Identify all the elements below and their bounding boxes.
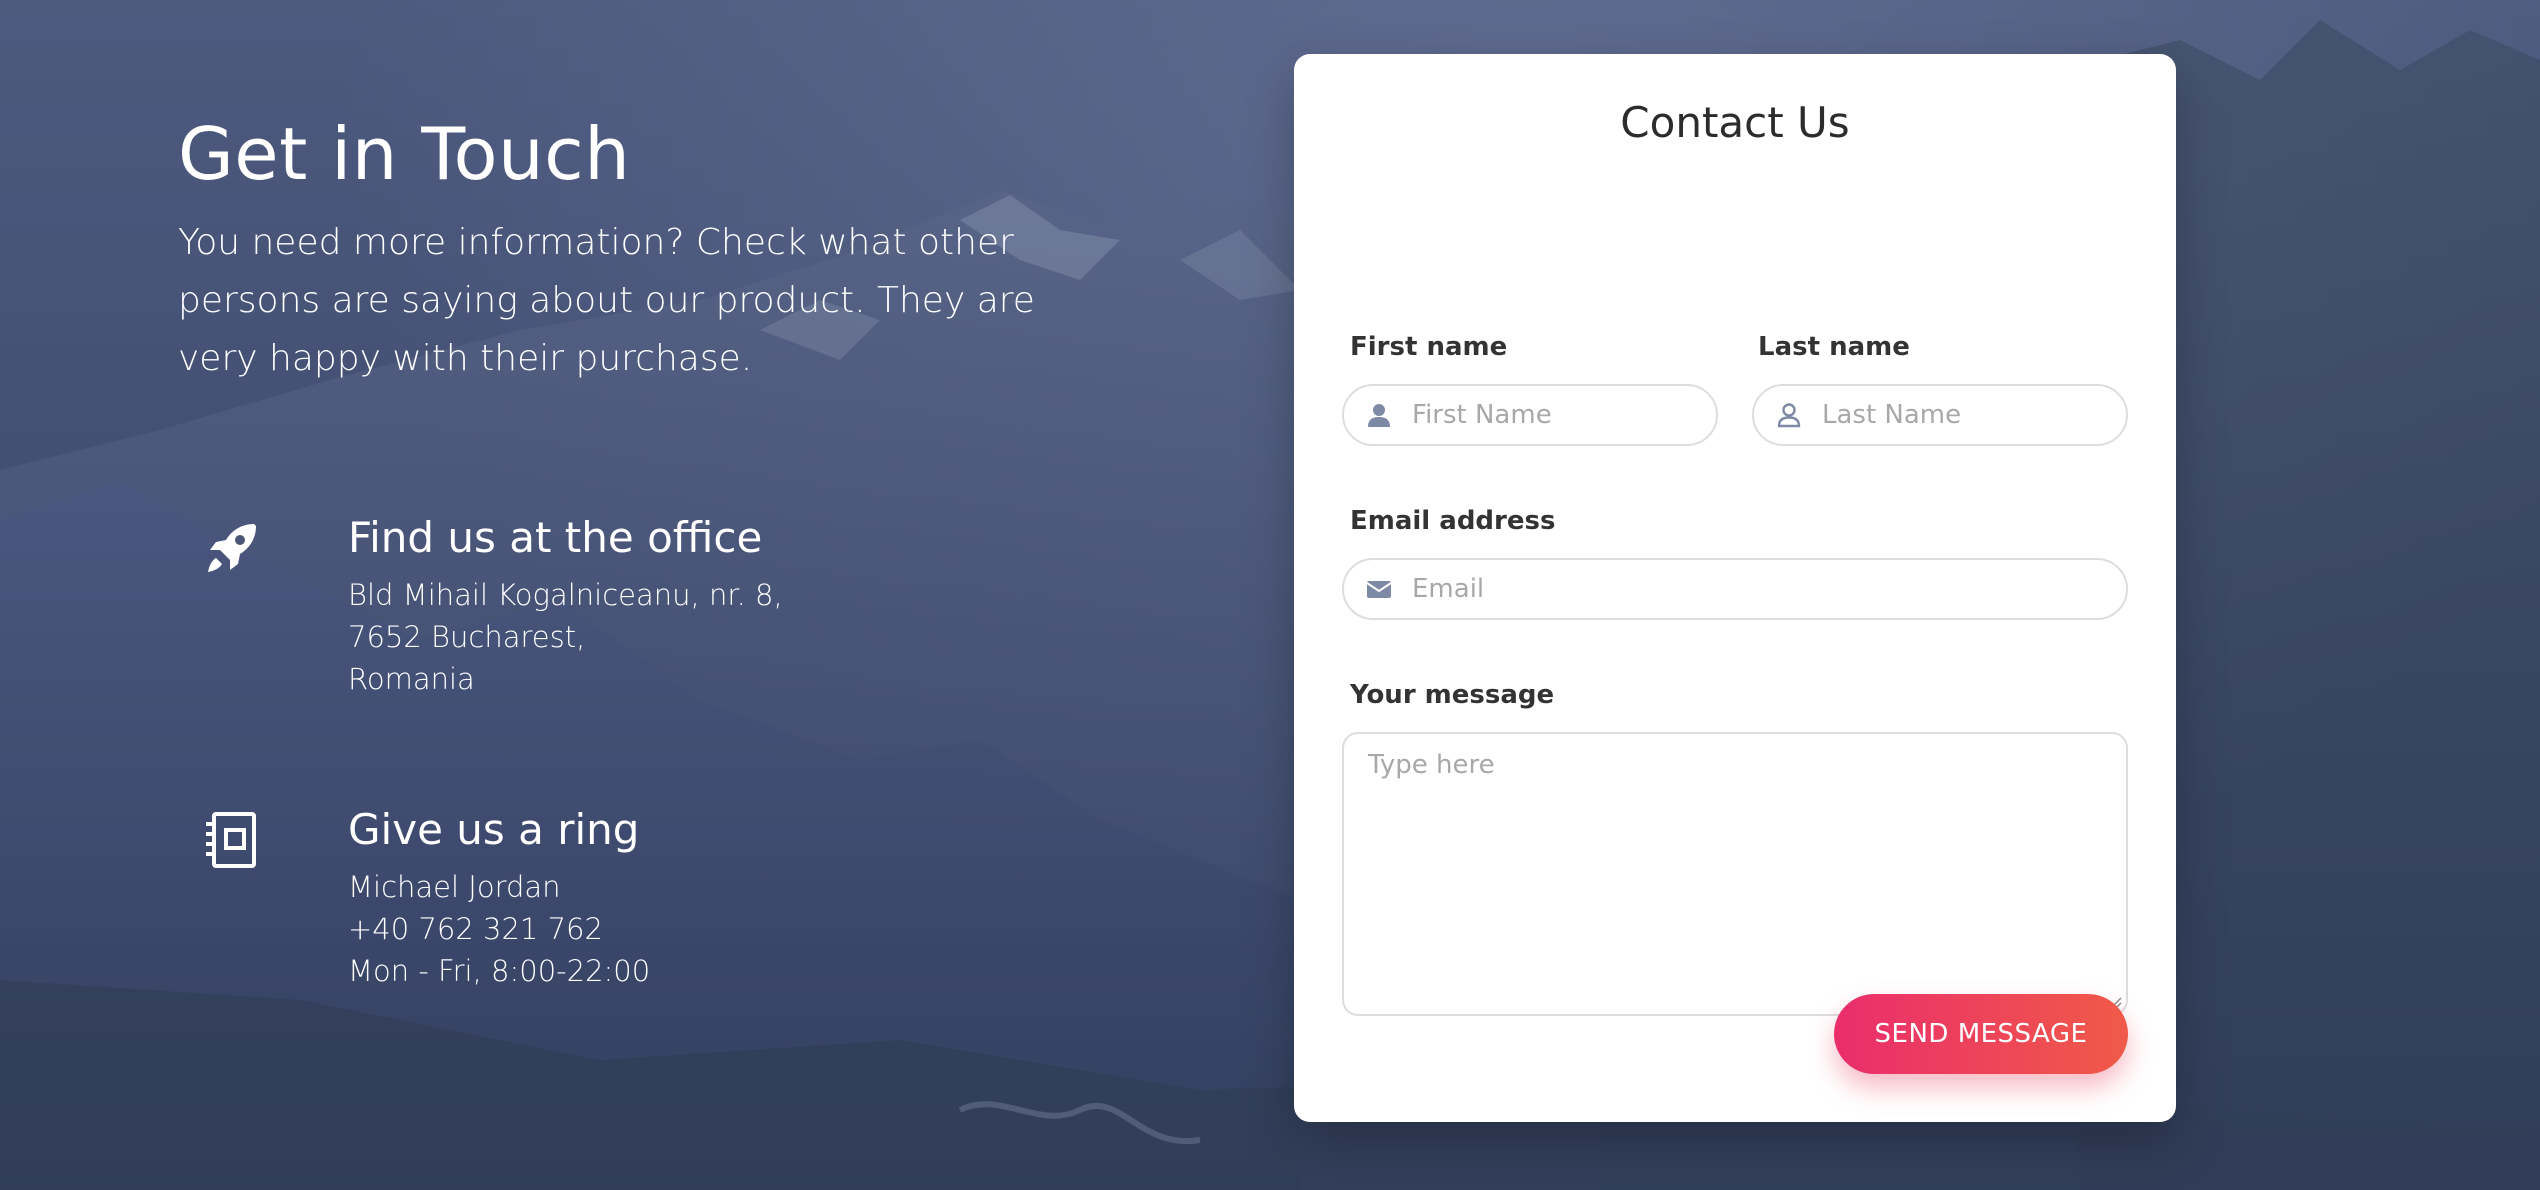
last-name-field[interactable]: Last Name: [1752, 384, 2128, 446]
office-address-line-3: Romania: [348, 662, 475, 696]
first-name-field[interactable]: First Name: [1342, 384, 1718, 446]
message-label: Your message: [1350, 680, 1555, 710]
contact-info-section: Get in Touch You need more information? …: [178, 108, 1078, 988]
intro-text: You need more information? Check what ot…: [178, 222, 1035, 379]
contact-hours: Mon - Fri, 8:00-22:00: [348, 954, 651, 988]
contact-form-card: Contact Us First name First Name Last na…: [1294, 54, 2176, 1122]
email-placeholder: Email: [1412, 574, 1485, 604]
email-field[interactable]: Email: [1342, 558, 2128, 620]
user-icon: [1368, 404, 1390, 427]
first-name-placeholder: First Name: [1412, 400, 1552, 430]
first-name-label: First name: [1350, 332, 1508, 362]
office-address-line-1: Bld Mihail Kogalniceanu, nr. 8,: [348, 578, 783, 612]
phone-details: Give us a ring Michael Jordan +40 762 32…: [348, 800, 650, 992]
last-name-label: Last name: [1758, 332, 1910, 362]
user-outline-icon: [1777, 403, 1801, 428]
last-name-placeholder: Last Name: [1822, 400, 1962, 430]
envelope-icon: [1366, 581, 1392, 598]
message-textarea[interactable]: Type here: [1342, 732, 2128, 1016]
contact-page: Get in Touch You need more information? …: [0, 0, 2540, 1190]
message-placeholder: Type here: [1368, 750, 1495, 780]
office-title: Find us at the office: [348, 513, 763, 562]
contact-phone-number: +40 762 321 762: [348, 912, 603, 946]
form-title: Contact Us: [1620, 98, 1850, 147]
office-address-line-2: 7652 Bucharest,: [348, 620, 586, 654]
contact-person-name: Michael Jordan: [348, 870, 561, 904]
rocket-icon: [208, 524, 256, 572]
phone-title: Give us a ring: [348, 805, 640, 854]
send-message-button[interactable]: SEND MESSAGE: [1834, 994, 2128, 1074]
office-details: Find us at the office Bld Mihail Kogalni…: [348, 508, 783, 700]
page-title: Get in Touch: [178, 112, 631, 196]
email-label: Email address: [1350, 506, 1556, 536]
contact-book-icon: [206, 812, 256, 868]
